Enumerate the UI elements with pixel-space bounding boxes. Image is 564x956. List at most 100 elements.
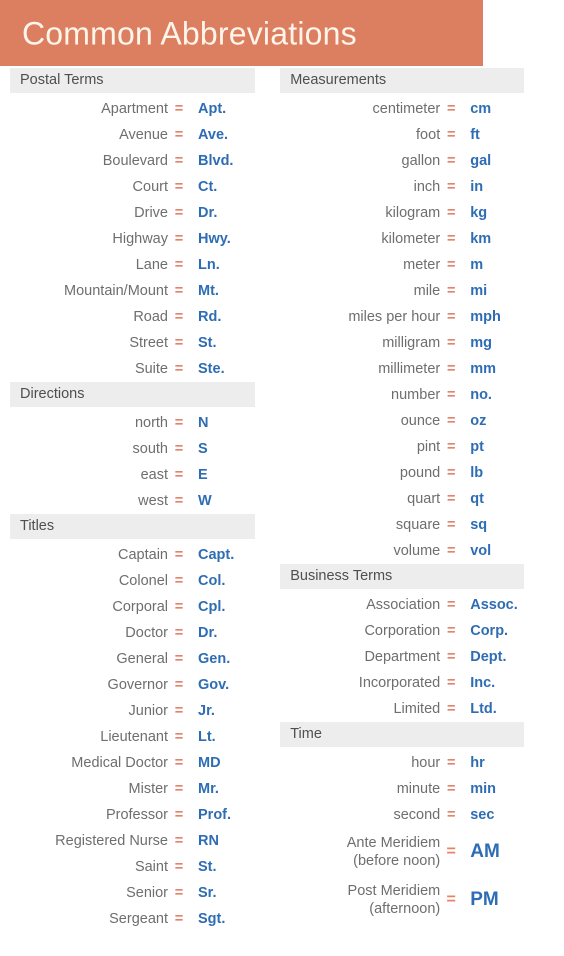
abbreviation-value: Ct. (198, 179, 218, 195)
abbreviation-value: sq (470, 517, 488, 533)
equals-icon: = (446, 127, 456, 143)
term-label: kilogram (385, 204, 441, 221)
term-label: Avenue (119, 126, 168, 143)
term-label: Colonel (118, 572, 168, 589)
abbreviation-row: foot = ft (280, 122, 564, 148)
abbreviation-row: Incorporated = Inc. (280, 670, 564, 696)
term-label: Sergeant (109, 910, 168, 927)
section-header-directions: Directions (10, 382, 255, 407)
equals-icon: = (446, 283, 456, 299)
abbreviation-row: Lane = Ln. (10, 252, 270, 278)
section-header-business-terms: Business Terms (280, 564, 525, 589)
abbreviation-value: ft (470, 127, 480, 143)
abbreviation-value: m (470, 257, 484, 273)
section-header-measurements: Measurements (280, 68, 525, 93)
abbreviation-value: Ave. (198, 127, 229, 143)
abbreviation-row: Mountain/Mount = Mt. (10, 278, 270, 304)
term-label: quart (407, 490, 441, 507)
equals-icon: = (174, 415, 184, 431)
abbreviation-row: Junior = Jr. (10, 698, 270, 724)
abbreviation-row: kilometer = km (280, 226, 564, 252)
term-label: Corporal (112, 598, 168, 615)
equals-icon: = (446, 701, 456, 717)
term-label: Captain (118, 546, 168, 563)
equals-icon: = (174, 361, 184, 377)
equals-icon: = (446, 101, 456, 117)
abbreviation-row: Corporation = Corp. (280, 618, 564, 644)
equals-icon: = (174, 335, 184, 351)
equals-icon: = (174, 101, 184, 117)
equals-icon: = (174, 781, 184, 797)
equals-icon: = (446, 179, 456, 195)
term-label: Senior (126, 884, 168, 901)
abbreviation-row: Avenue = Ave. (10, 122, 270, 148)
term-label: Incorporated (358, 674, 441, 691)
abbreviation-value: S (198, 441, 208, 457)
abbreviation-value: Prof. (198, 807, 232, 823)
term-label: inch (413, 178, 441, 195)
abbreviation-row: Medical Doctor = MD (10, 750, 270, 776)
abbreviation-value: Gen. (198, 651, 231, 667)
equals-icon: = (174, 573, 184, 589)
term-label: east (140, 466, 168, 483)
abbreviation-value: St. (198, 859, 217, 875)
abbreviation-row: Highway = Hwy. (10, 226, 270, 252)
equals-icon: = (446, 205, 456, 221)
abbreviation-value: Ln. (198, 257, 220, 273)
abbreviation-value: km (470, 231, 492, 247)
term-label: kilometer (381, 230, 441, 247)
equals-icon: = (446, 891, 456, 908)
abbreviation-row: Department = Dept. (280, 644, 564, 670)
term-label: Drive (134, 204, 168, 221)
abbreviation-value: Hwy. (198, 231, 231, 247)
abbreviation-row: north = N (10, 410, 270, 436)
term-label: square (395, 516, 441, 533)
abbreviation-row: Mister = Mr. (10, 776, 270, 802)
term-label: Boulevard (102, 152, 168, 169)
equals-icon: = (174, 257, 184, 273)
abbreviation-value: hr (470, 755, 485, 771)
abbreviation-value: lb (470, 465, 484, 481)
equals-icon: = (446, 439, 456, 455)
abbreviation-value: vol (470, 543, 492, 559)
abbreviation-value: Apt. (198, 101, 227, 117)
equals-icon: = (446, 387, 456, 403)
abbreviation-row: Apartment = Apt. (10, 96, 270, 122)
abbreviation-row: Ante Meridiem (before noon) = AM (280, 828, 564, 876)
page-title: Common Abbreviations (22, 15, 357, 52)
abbreviation-row: Registered Nurse = RN (10, 828, 270, 854)
equals-icon: = (446, 843, 456, 860)
abbreviation-row: pound = lb (280, 460, 564, 486)
abbreviation-value: Sgt. (198, 911, 226, 927)
term-label: Post Meridiem (afternoon) (347, 882, 441, 917)
abbreviation-row: inch = in (280, 174, 564, 200)
term-label: millimeter (378, 360, 441, 377)
equals-icon: = (174, 651, 184, 667)
abbreviation-value: Assoc. (470, 597, 518, 613)
equals-icon: = (446, 755, 456, 771)
term-label: General (116, 650, 168, 667)
abbreviation-value: mi (470, 283, 488, 299)
term-label: hour (411, 754, 441, 771)
abbreviation-value: AM (470, 841, 500, 862)
abbreviation-value: kg (470, 205, 488, 221)
equals-icon: = (446, 257, 456, 273)
abbreviation-value: E (198, 467, 208, 483)
equals-icon: = (174, 179, 184, 195)
abbreviation-row: Limited = Ltd. (280, 696, 564, 722)
abbreviation-row: Governor = Gov. (10, 672, 270, 698)
abbreviation-value: cm (470, 101, 492, 117)
equals-icon: = (446, 781, 456, 797)
equals-icon: = (174, 547, 184, 563)
abbreviation-row: Lieutenant = Lt. (10, 724, 270, 750)
term-label: Department (364, 648, 441, 665)
abbreviation-row: Colonel = Col. (10, 568, 270, 594)
abbreviation-row: south = S (10, 436, 270, 462)
term-label: Saint (134, 858, 168, 875)
equals-icon: = (446, 597, 456, 613)
abbreviation-row: second = sec (280, 802, 564, 828)
term-label: Apartment (101, 100, 168, 117)
abbreviation-value: Rd. (198, 309, 222, 325)
equals-icon: = (446, 335, 456, 351)
equals-icon: = (446, 413, 456, 429)
